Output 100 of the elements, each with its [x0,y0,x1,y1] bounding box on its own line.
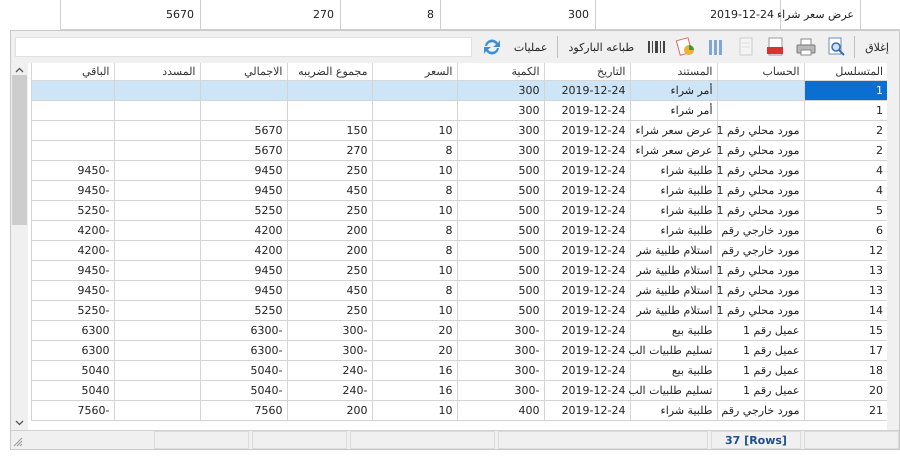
table-cell: 300- [287,340,372,360]
column-header[interactable]: المستند [630,63,717,80]
table-cell: 450 [287,280,372,300]
table-cell: 14 [804,300,887,320]
column-header[interactable]: السعر [372,63,457,80]
table-cell: مورد محلي رقم 1 [717,260,804,280]
table-cell: 270 [287,140,372,160]
close-button[interactable]: إغلاق [861,38,893,56]
table-cell: 400 [457,400,544,420]
table-cell: 8 [372,180,457,200]
table-cell: 300 [457,140,544,160]
table-cell: مورد محلي رقم 1 [717,120,804,140]
table-cell: 200 [287,220,372,240]
table-cell: 5040 [31,380,114,400]
table-cell: 5670 [200,120,287,140]
table-cell: 4 [804,180,887,200]
table-cell: 20 [372,340,457,360]
table-cell: 9450- [31,260,114,280]
table-cell: استلام طلبية شر [630,240,717,260]
column-header[interactable]: الكمية [457,63,544,80]
table-cell: 5040- [200,360,287,380]
column-header[interactable]: الاجمالي [200,63,287,80]
table-cell: 2019-12-24 [544,100,630,120]
scrollbar-thumb[interactable] [12,75,27,225]
table-cell: 240- [287,360,372,380]
table-cell: 500 [457,180,544,200]
table-cell: 2019-12-24 [544,80,630,100]
table-cell: 2019-12-24 [544,240,630,260]
search-field[interactable] [15,37,472,57]
table-cell: 6300 [31,340,114,360]
table-cell: مورد محلي رقم 1 [717,180,804,200]
table-cell: مورد محلي رقم 1 [717,200,804,220]
table-cell: 2019-12-24 [544,200,630,220]
table-cell: 10 [372,400,457,420]
column-header[interactable]: الحساب [717,63,804,80]
table-cell: 1 [804,80,887,100]
column-header[interactable]: الباقي [31,63,114,80]
table-cell: 9450- [31,160,114,180]
table-cell: أمر شراء [630,100,717,120]
table-cell: 300 [457,100,544,120]
table-cell: 500 [457,300,544,320]
column-header[interactable]: التاريخ [544,63,630,80]
table-cell: 2019-12-24 [544,120,630,140]
table-cell: 250 [287,260,372,280]
table-cell: 17 [804,340,887,360]
table-cell: طلبية شراء [630,400,717,420]
table-cell: 2019-12-24 [544,320,630,340]
table-cell: 8 [372,240,457,260]
table-cell: مورد محلي رقم 1 [717,140,804,160]
table-cell: 5250- [31,200,114,220]
table-cell: 9450- [31,180,114,200]
table-cell: 16 [372,380,457,400]
table-cell: 200 [287,400,372,420]
scroll-up-icon[interactable] [15,67,24,73]
table-cell: 9450 [200,280,287,300]
column-header[interactable]: المتسلسل [804,63,887,80]
scroll-down-icon[interactable] [15,420,24,426]
table-cell: 16 [372,360,457,380]
table-cell: 15 [804,320,887,340]
table-cell: 2019-12-24 [544,260,630,280]
table-cell: 18 [804,360,887,380]
table-cell: 500 [457,220,544,240]
table-cell: طلبية شراء [630,220,717,240]
table-cell: 8 [372,280,457,300]
barcode-print-button[interactable]: طباعه الباركود [564,38,638,56]
resize-grip-icon[interactable] [13,437,23,447]
table-cell: 500 [457,240,544,260]
table-cell: طلبية بيع [630,320,717,340]
column-header[interactable]: المسدد [114,63,200,80]
table-cell: 5250- [31,300,114,320]
table-cell: 500 [457,260,544,280]
table-cell: مورد خارجي رقم [717,240,804,260]
table-cell: 250 [287,300,372,320]
table-cell: 5250 [200,300,287,320]
table-cell: تسليم طلبيات الب [630,380,717,400]
table-cell: 5 [804,200,887,220]
table-cell: 200 [287,240,372,260]
table-cell: 2019-12-24 [544,360,630,380]
table-cell: 7560 [200,400,287,420]
column-header[interactable]: مجموع الضريبه [287,63,372,80]
table-cell: 2019-12-24 [544,300,630,320]
table-cell: مورد محلي رقم 1 [717,280,804,300]
table-cell: 2 [804,120,887,140]
table-cell: 10 [372,300,457,320]
table-cell: 10 [372,260,457,280]
table-cell: طلبية شراء [630,180,717,200]
table-cell: 300 [457,80,544,100]
table-cell: 6300- [200,340,287,360]
table-cell: مورد خارجي رقم [717,220,804,240]
operations-button[interactable]: عمليات [510,38,552,56]
table-cell: 20 [372,320,457,340]
table-cell: 2019-12-24 [544,180,630,200]
table-cell: 6300 [31,320,114,340]
table-cell: 9450- [31,280,114,300]
table-cell: 240- [287,380,372,400]
table-cell: 8 [372,140,457,160]
table-cell: 300 [457,120,544,140]
table-cell: 2019-12-24 [544,340,630,360]
table-cell: مورد خارجي رقم [717,400,804,420]
table-cell: 1 [804,100,887,120]
